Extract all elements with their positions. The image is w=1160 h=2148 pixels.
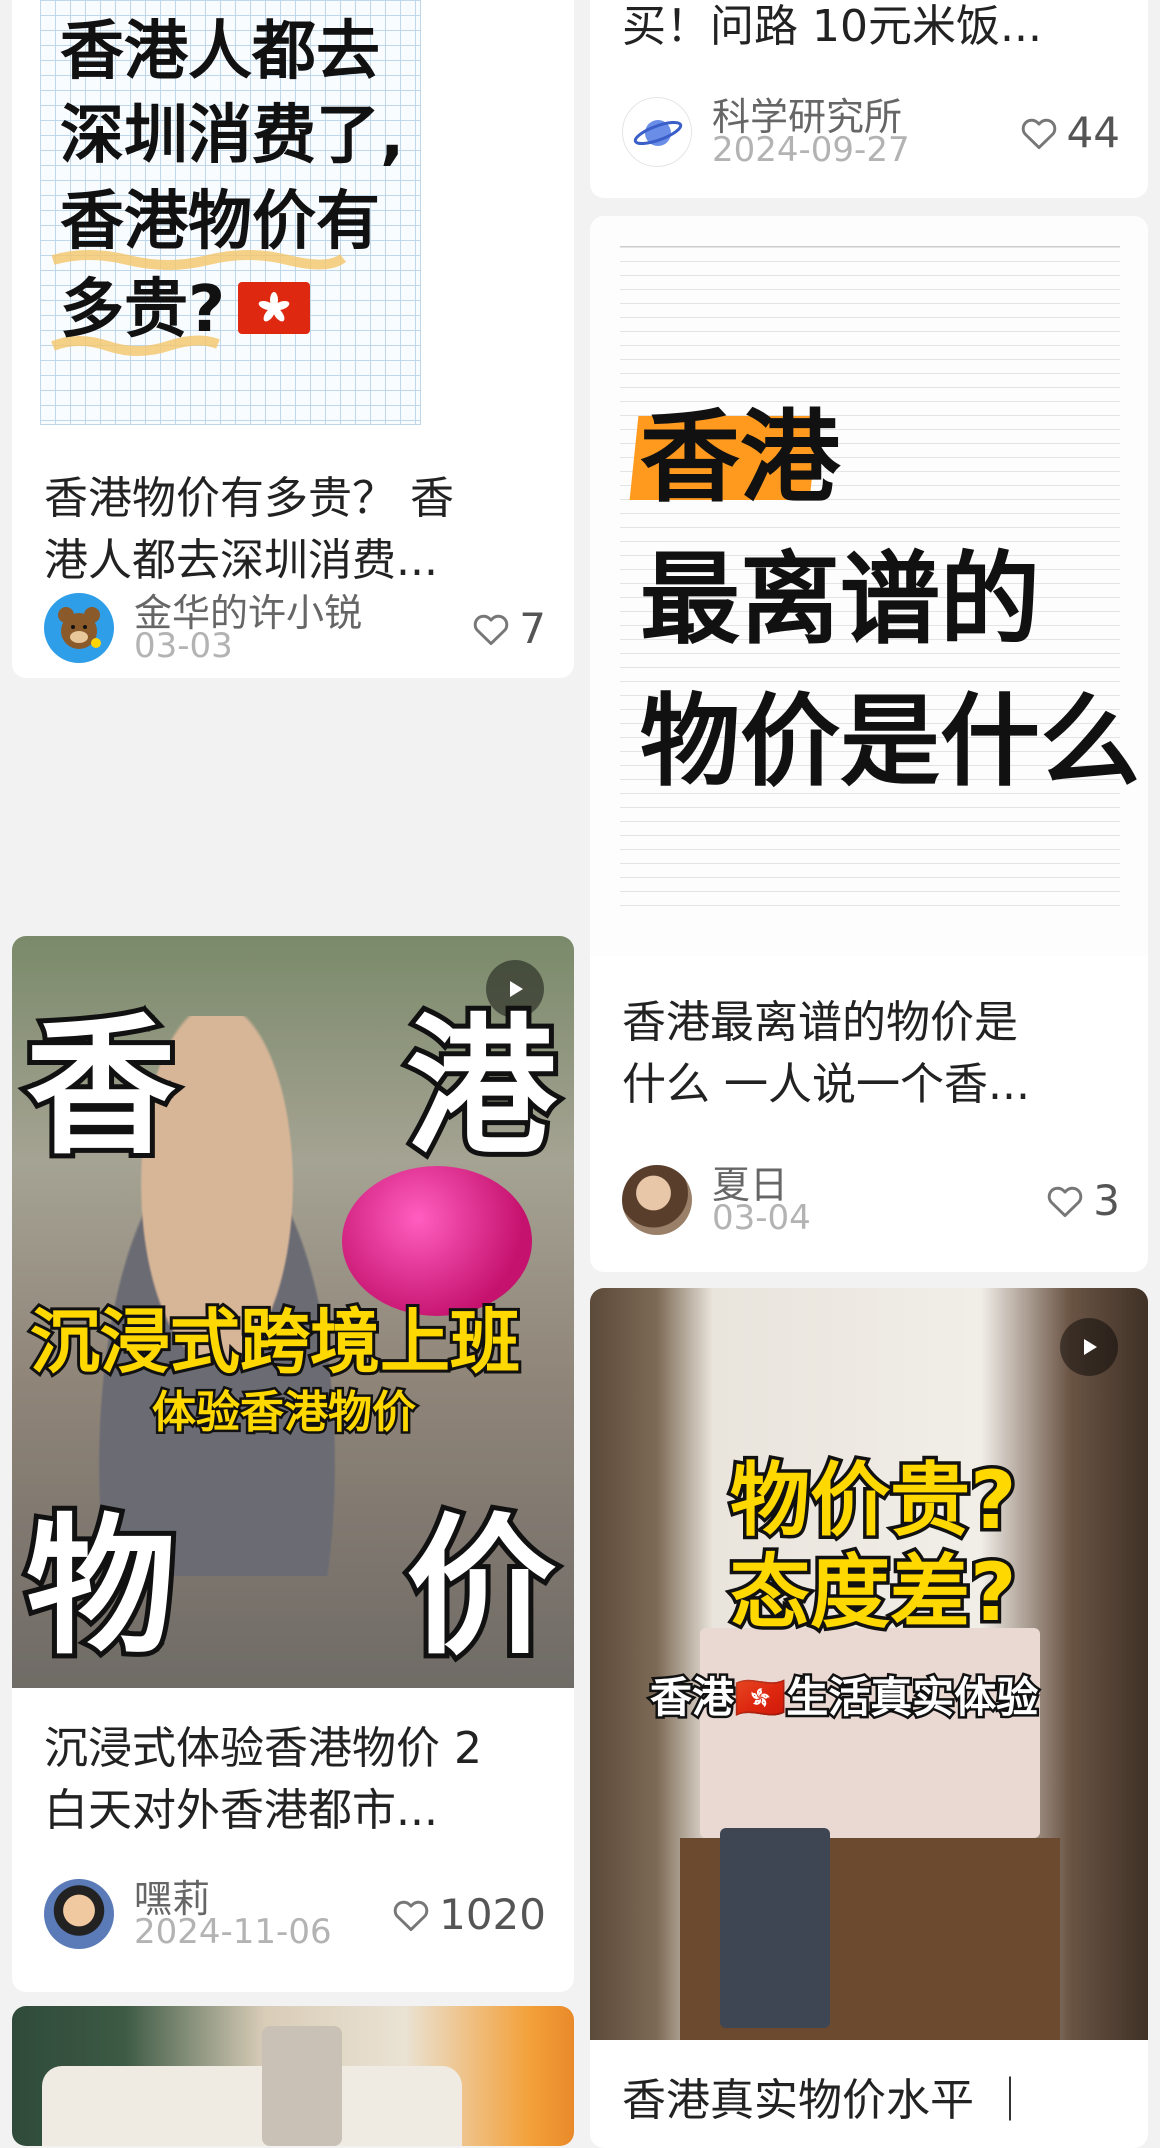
- avatar[interactable]: [44, 593, 114, 663]
- like-count: 44: [1066, 107, 1120, 157]
- heart-icon: [393, 1900, 429, 1932]
- play-button[interactable]: [1060, 1318, 1118, 1376]
- planet-avatar-icon: [633, 120, 683, 146]
- card-title-line: 白天对外香港都市...: [44, 1785, 438, 1836]
- cover-image[interactable]: 香港人都去 深圳消费了, 香港物价有 多贵?: [12, 0, 574, 440]
- avatar[interactable]: [622, 1165, 692, 1235]
- card-title-line: 香港真实物价水平 ｜: [622, 2075, 1032, 2126]
- bear-avatar-icon: [58, 607, 101, 649]
- cover-line: 香港: [640, 399, 840, 516]
- cover-image[interactable]: 香 港 沉浸式跨境上班 体验香港物价 物 价: [12, 936, 574, 1688]
- cover-subtitle: 体验香港物价: [150, 1385, 419, 1441]
- cover-char: 价: [401, 1496, 561, 1680]
- cover-photo-bed: [700, 1628, 1040, 1838]
- heart-icon: [474, 614, 509, 646]
- post-date: 03-03: [134, 626, 233, 666]
- like-count: 1020: [439, 1889, 546, 1939]
- feed-card[interactable]: [12, 2006, 574, 2146]
- cover-line: 物价是什么: [640, 683, 1140, 800]
- cover-image[interactable]: 香港 最离谱的 物价是什么: [590, 216, 1148, 956]
- feed-card[interactable]: 香港 最离谱的 物价是什么 香港最离谱的物价是 什么 一人说一个香... 夏日 …: [590, 216, 1148, 1272]
- cover-banner: 香港🇭🇰生活真实体验: [647, 1671, 1040, 1725]
- card-meta: 科学研究所 2024-09-27 44: [622, 92, 1120, 172]
- avatar[interactable]: [44, 1879, 114, 1949]
- cover-photo-cup: [262, 2026, 342, 2146]
- cover-line: 香港物价有: [60, 185, 380, 259]
- feed-card[interactable]: 香 港 沉浸式跨境上班 体验香港物价 物 价 沉浸式体验香港物价 2 白天对外香…: [12, 936, 574, 1992]
- cover-question: 态度差?: [726, 1543, 1019, 1643]
- card-title-line: 沉浸式体验香港物价 2: [44, 1723, 482, 1774]
- avatar[interactable]: [622, 97, 692, 167]
- post-date: 2024-09-27: [712, 130, 910, 170]
- cover-image[interactable]: 物价贵? 态度差? 香港🇭🇰生活真实体验: [590, 1288, 1148, 2040]
- like-button[interactable]: 3: [1043, 1172, 1120, 1228]
- like-button[interactable]: 7: [469, 600, 546, 656]
- card-meta: 嘿莉 2024-11-06 1020: [44, 1874, 546, 1954]
- card-title-line: 什么 一人说一个香...: [622, 1059, 1030, 1110]
- heart-icon: [1021, 118, 1056, 150]
- post-date: 2024-11-06: [134, 1912, 332, 1952]
- card-title-line: 香港物价有多贵？ 香: [44, 473, 454, 524]
- card-title-line: 买！问路 10元米饭...: [622, 1, 1042, 52]
- cover-line: 香港人都去: [60, 15, 380, 89]
- like-button[interactable]: 1020: [389, 1886, 546, 1942]
- card-title[interactable]: 香港真实物价水平 ｜: [622, 2070, 1120, 2132]
- play-icon: [1084, 1339, 1097, 1355]
- card-title[interactable]: 香港最离谱的物价是 什么 一人说一个香...: [622, 992, 1120, 1116]
- hk-flag-icon: [238, 282, 310, 334]
- feed-card[interactable]: 买！问路 10元米饭... 科学研究所 2024-09-27 44: [590, 0, 1148, 198]
- card-title[interactable]: 买！问路 10元米饭...: [622, 0, 1120, 58]
- card-title-line: 香港最离谱的物价是: [622, 997, 1018, 1048]
- cover-line: 最离谱的: [640, 541, 1040, 658]
- feed-card[interactable]: 物价贵? 态度差? 香港🇭🇰生活真实体验 香港真实物价水平 ｜: [590, 1288, 1148, 2148]
- card-meta: 夏日 03-04 3: [622, 1160, 1120, 1240]
- cover-char: 香: [21, 996, 181, 1180]
- post-date: 03-04: [712, 1198, 811, 1238]
- like-count: 7: [519, 603, 546, 653]
- cover-char: 港: [401, 996, 561, 1180]
- cover-image[interactable]: [12, 2006, 574, 2146]
- cover-photo-tray: [42, 2066, 462, 2146]
- cover-photo-stool: [720, 1828, 830, 2028]
- cover-char: 物: [21, 1496, 181, 1680]
- cover-banner: 沉浸式跨境上班: [27, 1298, 523, 1386]
- cover-line: 多贵?: [60, 273, 226, 347]
- like-button[interactable]: 44: [1017, 104, 1120, 160]
- card-meta: 金华的许小锐 03-03 7: [44, 588, 546, 668]
- heart-icon: [1048, 1186, 1083, 1218]
- cover-line: 深圳消费了,: [60, 99, 405, 173]
- like-count: 3: [1093, 1175, 1120, 1225]
- card-title[interactable]: 香港物价有多贵？ 香 港人都去深圳消费...: [44, 468, 546, 592]
- feed-card[interactable]: 香港人都去 深圳消费了, 香港物价有 多贵? 香港物价有多贵？ 香 港人都去深圳…: [12, 0, 574, 678]
- card-title[interactable]: 沉浸式体验香港物价 2 白天对外香港都市...: [44, 1718, 546, 1842]
